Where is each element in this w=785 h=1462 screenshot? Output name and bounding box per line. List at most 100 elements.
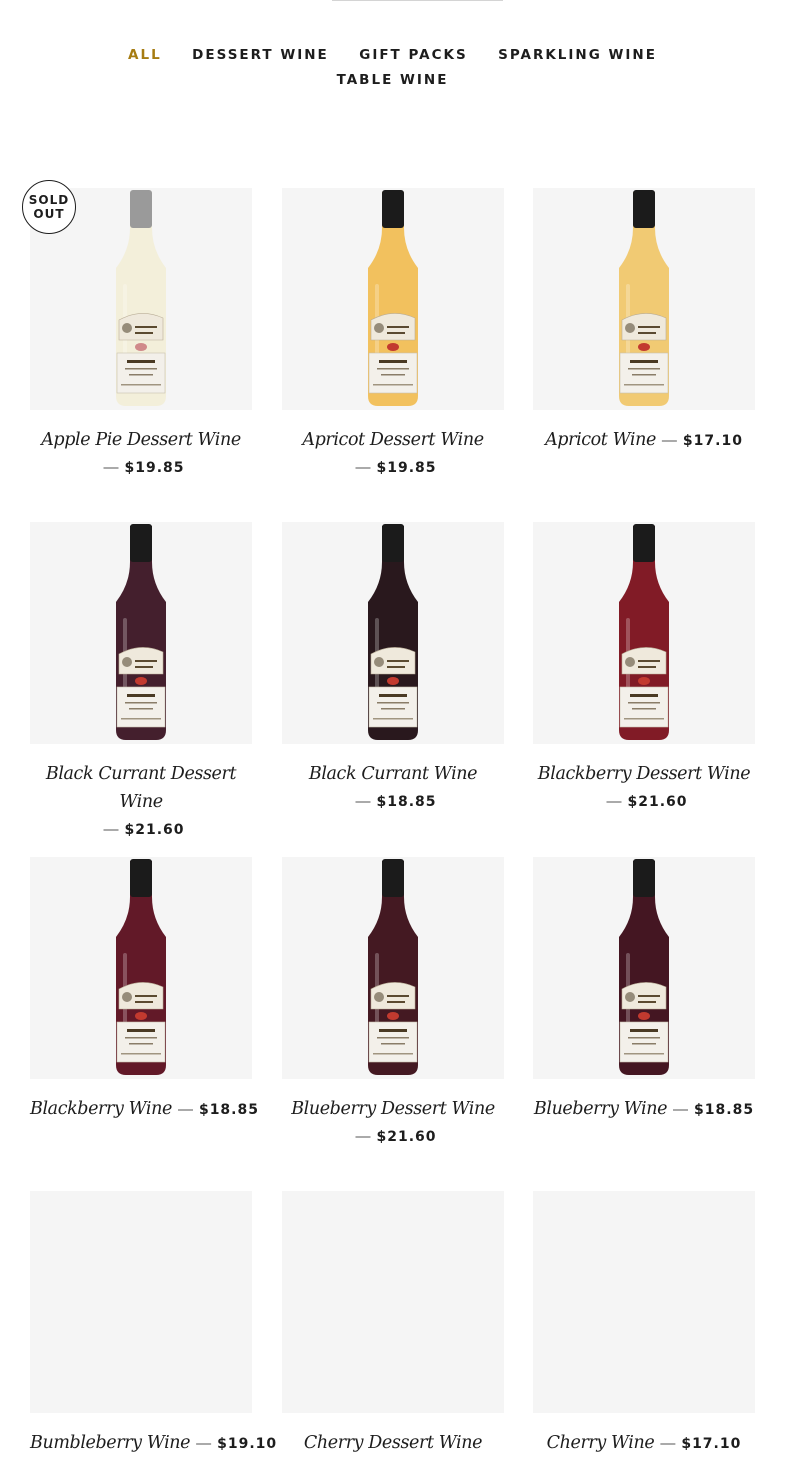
label-line (135, 666, 153, 668)
product-card[interactable]: Blackberry Dessert Wine — $21.60 (533, 522, 755, 816)
sold-out-badge: SOLD OUT (22, 180, 76, 234)
label-line (638, 1001, 656, 1003)
product-card[interactable]: Blackberry Wine — $18.85 (30, 857, 258, 1124)
wine-bottle-image (619, 190, 669, 406)
product-price: $19.85 (124, 460, 185, 476)
filter-sparkling-wine[interactable]: SPARKLING WINE (498, 43, 657, 68)
product-title[interactable]: Apricot Wine (545, 430, 656, 450)
label-line (630, 360, 658, 363)
bottle-lower-label (619, 352, 669, 394)
label-emblem (122, 657, 132, 667)
product-card[interactable]: Black Currant Wine — $18.85 (282, 522, 504, 816)
product-title[interactable]: Apricot Dessert Wine (282, 426, 504, 454)
product-card[interactable]: Cherry Dessert Wine (282, 1191, 504, 1457)
label-line (638, 326, 660, 328)
product-image[interactable] (282, 1191, 504, 1413)
label-seal (638, 343, 650, 351)
product-title[interactable]: Cherry Dessert Wine (282, 1429, 504, 1457)
label-line (638, 666, 656, 668)
bottle-capsule (382, 859, 404, 897)
product-title[interactable]: Blueberry Wine (534, 1099, 668, 1119)
label-line (381, 1043, 405, 1045)
product-card[interactable]: Bumbleberry Wine — $19.10 (30, 1191, 276, 1458)
wine-bottle-image (116, 524, 166, 740)
product-card[interactable]: Black Currant Dessert Wine — $21.60 (30, 522, 252, 844)
label-emblem (122, 992, 132, 1002)
product-price: $21.60 (627, 794, 688, 810)
product-image[interactable] (30, 857, 252, 1079)
product-card[interactable]: Cherry Wine — $17.10 (533, 1191, 755, 1458)
label-line (127, 694, 155, 697)
label-emblem (625, 992, 635, 1002)
product-card[interactable]: Blueberry Wine — $18.85 (533, 857, 755, 1124)
product-title[interactable]: Blackberry Dessert Wine (533, 760, 755, 788)
label-emblem (374, 992, 384, 1002)
label-seal (135, 677, 147, 685)
bottle-lower-label (368, 686, 418, 728)
price-separator: — (673, 1101, 689, 1118)
label-line (381, 708, 405, 710)
label-seal (135, 343, 147, 351)
product-card[interactable]: Blueberry Dessert Wine — $21.60 (282, 857, 504, 1151)
filter-row-2: TABLE WINE (0, 67, 785, 92)
product-card[interactable]: Apricot Wine — $17.10 (533, 188, 755, 455)
filter-gift-packs[interactable]: GIFT PACKS (359, 43, 467, 68)
label-line (135, 995, 157, 997)
product-title[interactable]: Apple Pie Dessert Wine (30, 426, 252, 454)
label-line (638, 660, 660, 662)
label-line (624, 384, 664, 386)
bottle-capsule (130, 524, 152, 562)
label-line (125, 702, 157, 704)
product-image[interactable] (30, 1191, 252, 1413)
label-line (135, 1001, 153, 1003)
top-divider (332, 0, 503, 1)
filter-all[interactable]: ALL (128, 43, 162, 68)
bottle-capsule (633, 524, 655, 562)
product-title[interactable]: Bumbleberry Wine (30, 1433, 191, 1453)
label-line (129, 1043, 153, 1045)
price-separator: — (196, 1435, 212, 1452)
product-price: $17.10 (681, 1436, 742, 1452)
label-emblem (625, 323, 635, 333)
product-image[interactable] (533, 1191, 755, 1413)
product-image[interactable] (533, 857, 755, 1079)
label-emblem (625, 657, 635, 667)
label-line (373, 384, 413, 386)
product-title[interactable]: Cherry Wine (547, 1433, 655, 1453)
label-line (630, 694, 658, 697)
product-image[interactable] (282, 522, 504, 744)
bottle-lower-label (619, 686, 669, 728)
product-info: Blackberry Dessert Wine — $21.60 (533, 760, 755, 816)
product-info: Apricot Dessert Wine — $19.85 (282, 426, 504, 482)
filter-dessert-wine[interactable]: DESSERT WINE (192, 43, 329, 68)
product-price: $21.60 (124, 822, 185, 838)
label-line (632, 1043, 656, 1045)
product-image[interactable] (30, 522, 252, 744)
wine-bottle-image (368, 190, 418, 406)
product-info: Cherry Dessert Wine (282, 1429, 504, 1457)
label-line (373, 1053, 413, 1055)
product-title[interactable]: Black Currant Wine (282, 760, 504, 788)
label-line (379, 360, 407, 363)
product-info: Black Currant Dessert Wine — $21.60 (30, 760, 252, 844)
product-title[interactable]: Blackberry Wine (30, 1099, 172, 1119)
label-emblem (122, 323, 132, 333)
product-image[interactable] (533, 188, 755, 410)
bottle-lower-label (368, 1021, 418, 1063)
label-seal (135, 1012, 147, 1020)
filter-table-wine[interactable]: TABLE WINE (337, 68, 449, 93)
bottle-capsule (633, 859, 655, 897)
product-image[interactable] (533, 522, 755, 744)
bottle-capsule (633, 190, 655, 228)
product-image[interactable] (282, 857, 504, 1079)
label-line (121, 384, 161, 386)
label-line (377, 368, 409, 370)
bottle-capsule (382, 190, 404, 228)
product-card[interactable]: Apricot Dessert Wine — $19.85 (282, 188, 504, 482)
product-card[interactable]: SOLD OUT Apple Pie Dessert Wine — $19.85 (22, 180, 252, 482)
product-info: Blueberry Wine — $18.85 (533, 1095, 755, 1124)
product-title[interactable]: Blueberry Dessert Wine (282, 1095, 504, 1123)
product-image[interactable] (282, 188, 504, 410)
product-title[interactable]: Black Currant Dessert Wine (30, 760, 252, 816)
price-separator: — (661, 432, 677, 449)
